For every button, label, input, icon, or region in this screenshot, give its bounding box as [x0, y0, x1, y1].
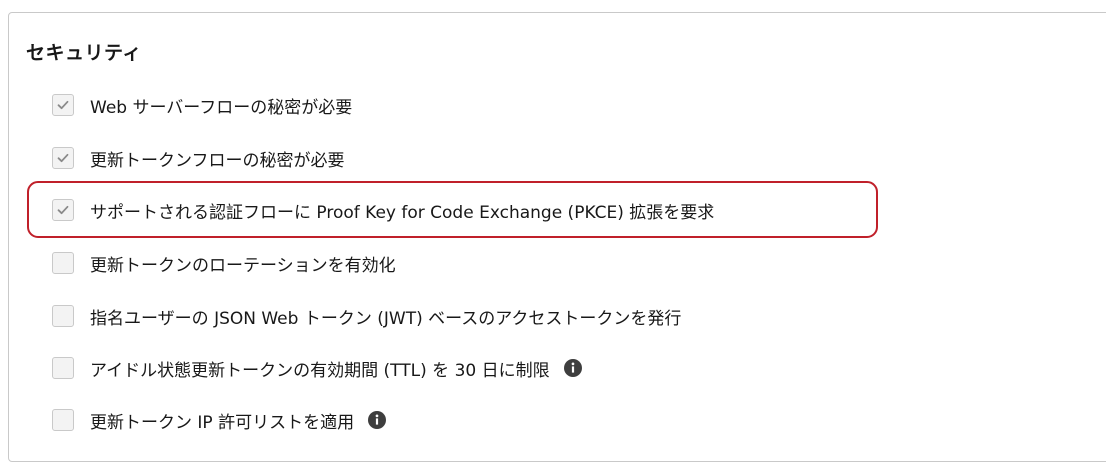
- checkbox-checked[interactable]: [52, 199, 74, 221]
- option-require-secret-refresh-token-flow[interactable]: 更新トークンフローの秘密が必要: [52, 144, 345, 172]
- option-label: 更新トークン IP 許可リストを適用: [90, 412, 355, 433]
- option-issue-jwt-access-tokens[interactable]: 指名ユーザーの JSON Web トークン (JWT) ベースのアクセストークン…: [52, 302, 681, 330]
- option-label: 指名ユーザーの JSON Web トークン (JWT) ベースのアクセストークン…: [90, 308, 682, 329]
- checkbox-unchecked[interactable]: [52, 305, 74, 327]
- option-limit-idle-refresh-token-ttl[interactable]: アイドル状態更新トークンの有効期間 (TTL) を 30 日に制限: [52, 354, 582, 382]
- checkbox-checked[interactable]: [52, 94, 74, 116]
- checkbox-unchecked[interactable]: [52, 409, 74, 431]
- checkmark-icon: [57, 205, 69, 215]
- option-enable-refresh-token-rotation[interactable]: 更新トークンのローテーションを有効化: [52, 249, 396, 277]
- section-title: セキュリティ: [26, 42, 142, 64]
- option-label: サポートされる認証フローに Proof Key for Code Exchang…: [90, 202, 715, 223]
- option-require-secret-web-server-flow[interactable]: Web サーバーフローの秘密が必要: [52, 91, 352, 119]
- checkbox-checked[interactable]: [52, 147, 74, 169]
- checkmark-icon: [57, 153, 69, 163]
- option-apply-refresh-token-ip-allowlist[interactable]: 更新トークン IP 許可リストを適用: [52, 406, 387, 434]
- checkbox-unchecked[interactable]: [52, 252, 74, 274]
- option-label: Web サーバーフローの秘密が必要: [90, 97, 353, 118]
- checkmark-icon: [57, 100, 69, 110]
- option-label: 更新トークンのローテーションを有効化: [90, 255, 396, 276]
- option-label: 更新トークンフローの秘密が必要: [90, 150, 345, 171]
- checkbox-unchecked[interactable]: [52, 357, 74, 379]
- info-icon[interactable]: [563, 359, 582, 377]
- security-panel: [8, 12, 1106, 462]
- option-label: アイドル状態更新トークンの有効期間 (TTL) を 30 日に制限: [90, 360, 550, 381]
- option-require-pkce[interactable]: サポートされる認証フローに Proof Key for Code Exchang…: [52, 196, 714, 224]
- info-icon[interactable]: [368, 411, 387, 429]
